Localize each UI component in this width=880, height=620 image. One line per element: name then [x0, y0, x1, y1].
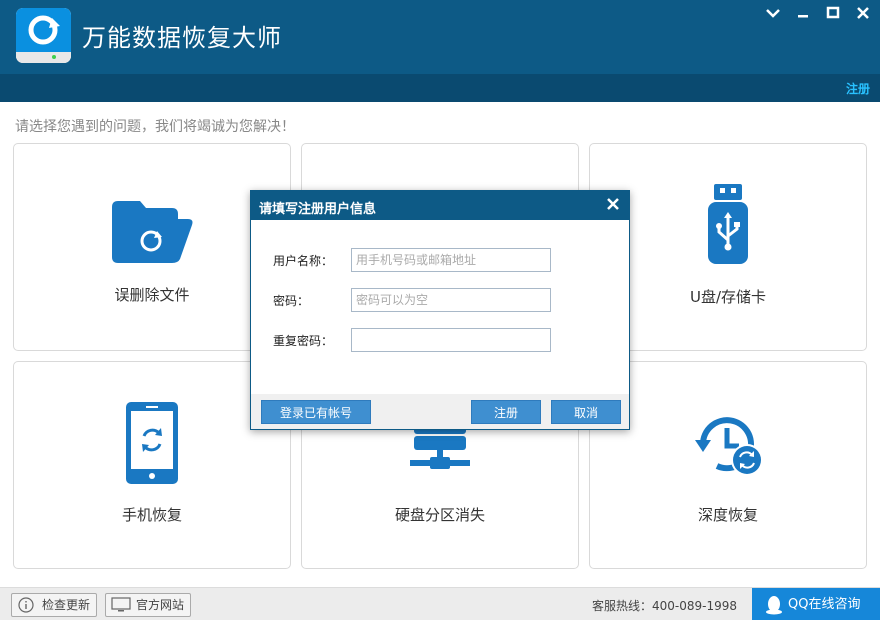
title-bar: 万能数据恢复大师 [0, 0, 880, 74]
card-label: U盘/存储卡 [689, 288, 767, 306]
qq-consult-label: QQ在线咨询 [788, 597, 861, 612]
deep-recovery-icon [691, 412, 765, 482]
username-label: 用户名称： [273, 254, 334, 268]
register-link[interactable]: 注册 [846, 80, 870, 97]
card-usb-storage[interactable]: U盘/存储卡 [589, 143, 867, 351]
card-label: 手机恢复 [121, 506, 182, 524]
official-site-button[interactable]: 官方网站 [105, 593, 192, 617]
app-title: 万能数据恢复大师 [82, 24, 282, 52]
repeat-password-label: 重复密码： [273, 334, 334, 348]
card-label: 硬盘分区消失 [394, 506, 485, 524]
repeat-password-input[interactable] [351, 328, 551, 352]
check-update-label: 检查更新 [42, 598, 91, 612]
card-label: 误删除文件 [114, 286, 190, 304]
dialog-close-icon[interactable] [605, 196, 621, 212]
sub-header-bar: 注册 [0, 74, 880, 102]
password-input[interactable] [351, 288, 551, 312]
password-label: 密码： [273, 294, 310, 308]
register-button[interactable]: 注册 [471, 400, 541, 424]
username-input[interactable] [351, 248, 551, 272]
card-label: 深度恢复 [697, 506, 758, 524]
card-deep-recovery[interactable]: 深度恢复 [589, 361, 867, 569]
footer-bar: 检查更新 官方网站 客服热线：400-089-1998 QQ在线咨询 [0, 587, 880, 620]
minimize-icon[interactable] [794, 4, 812, 22]
usb-drive-icon [706, 184, 750, 268]
close-icon[interactable] [854, 4, 872, 22]
check-update-button[interactable]: 检查更新 [11, 593, 98, 617]
qq-consult-button[interactable]: QQ在线咨询 [752, 588, 880, 620]
app-logo-icon [16, 8, 71, 63]
hotline-text: 客服热线：400-089-1998 [592, 599, 738, 613]
cancel-button[interactable]: 取消 [551, 400, 621, 424]
folder-restore-icon [110, 199, 194, 269]
minimize-to-tray-icon[interactable] [764, 4, 782, 22]
register-dialog: 请填写注册用户信息 用户名称： 密码： 重复密码： 登录已有帐号 注册 取消 [250, 190, 630, 430]
official-site-label: 官方网站 [136, 598, 185, 612]
info-icon [18, 597, 34, 613]
monitor-icon [111, 597, 131, 612]
login-existing-button[interactable]: 登录已有帐号 [261, 400, 371, 424]
problem-prompt: 请选择您遇到的问题，我们将竭诚为您解决！ [15, 119, 295, 135]
qq-penguin-icon [766, 596, 782, 615]
dialog-footer: 登录已有帐号 注册 取消 [251, 394, 629, 429]
maximize-icon[interactable] [824, 4, 842, 22]
dialog-title: 请填写注册用户信息 [259, 202, 377, 217]
dialog-header: 请填写注册用户信息 [251, 191, 629, 220]
phone-restore-icon [126, 402, 178, 488]
